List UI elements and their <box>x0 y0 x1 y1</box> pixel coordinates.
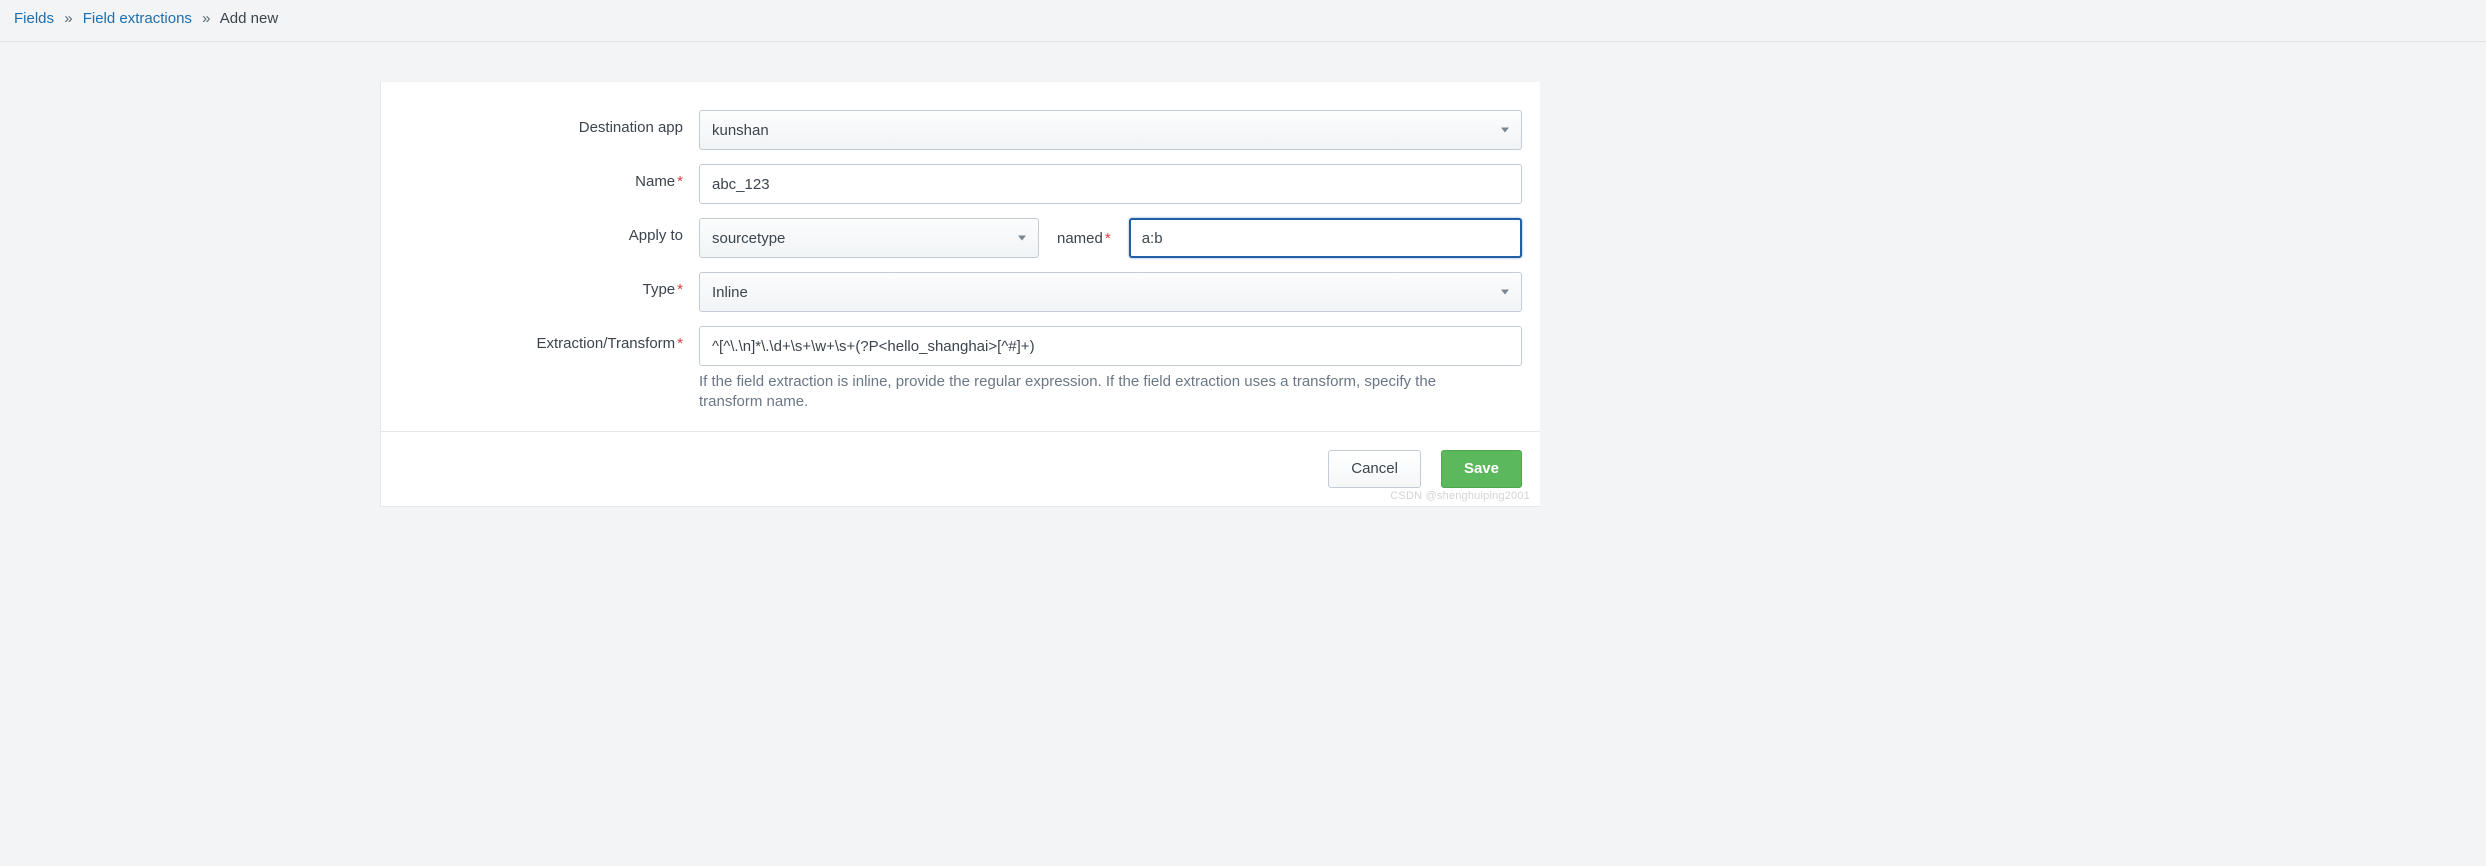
required-asterisk: * <box>677 173 683 190</box>
chevron-down-icon <box>1018 236 1026 241</box>
apply-to-select[interactable]: sourcetype <box>699 218 1039 258</box>
destination-app-select[interactable]: kunshan <box>699 110 1522 150</box>
extraction-input[interactable] <box>699 326 1522 366</box>
type-select[interactable]: Inline <box>699 272 1522 312</box>
row-name: Name* <box>381 164 1540 204</box>
row-destination-app: Destination app kunshan <box>381 110 1540 150</box>
label-type-text: Type <box>643 281 676 298</box>
label-named: named* <box>1057 230 1111 247</box>
label-type: Type* <box>399 272 699 298</box>
named-input[interactable] <box>1129 218 1522 258</box>
label-destination-app: Destination app <box>399 110 699 136</box>
label-apply-to-text: Apply to <box>629 227 683 244</box>
breadcrumb-separator: » <box>64 10 72 27</box>
extraction-help-text: If the field extraction is inline, provi… <box>681 366 1521 413</box>
breadcrumb-fields-link[interactable]: Fields <box>14 10 54 27</box>
label-name: Name* <box>399 164 699 190</box>
label-extraction: Extraction/Transform* <box>399 326 699 352</box>
form-panel: Destination app kunshan Name* Apply to s… <box>380 82 1540 507</box>
cancel-button[interactable]: Cancel <box>1328 450 1421 488</box>
breadcrumb-current: Add new <box>220 10 278 27</box>
chevron-down-icon <box>1501 128 1509 133</box>
label-extraction-text: Extraction/Transform <box>537 335 676 352</box>
name-input[interactable] <box>699 164 1522 204</box>
breadcrumb-separator: » <box>202 10 210 27</box>
label-named-text: named <box>1057 230 1103 247</box>
form-footer: Cancel Save <box>381 431 1540 506</box>
row-type: Type* Inline <box>381 272 1540 312</box>
label-destination-app-text: Destination app <box>579 119 683 136</box>
apply-to-value: sourcetype <box>712 230 785 247</box>
required-asterisk: * <box>677 281 683 298</box>
breadcrumb: Fields » Field extractions » Add new <box>0 0 2486 42</box>
type-value: Inline <box>712 284 748 301</box>
required-asterisk: * <box>1105 230 1111 247</box>
row-extraction: Extraction/Transform* <box>381 326 1540 366</box>
destination-app-value: kunshan <box>712 122 769 139</box>
save-button[interactable]: Save <box>1441 450 1522 488</box>
breadcrumb-extractions-link[interactable]: Field extractions <box>83 10 192 27</box>
row-apply-to: Apply to sourcetype named* <box>381 218 1540 258</box>
label-apply-to: Apply to <box>399 218 699 244</box>
chevron-down-icon <box>1501 290 1509 295</box>
required-asterisk: * <box>677 335 683 352</box>
label-name-text: Name <box>635 173 675 190</box>
